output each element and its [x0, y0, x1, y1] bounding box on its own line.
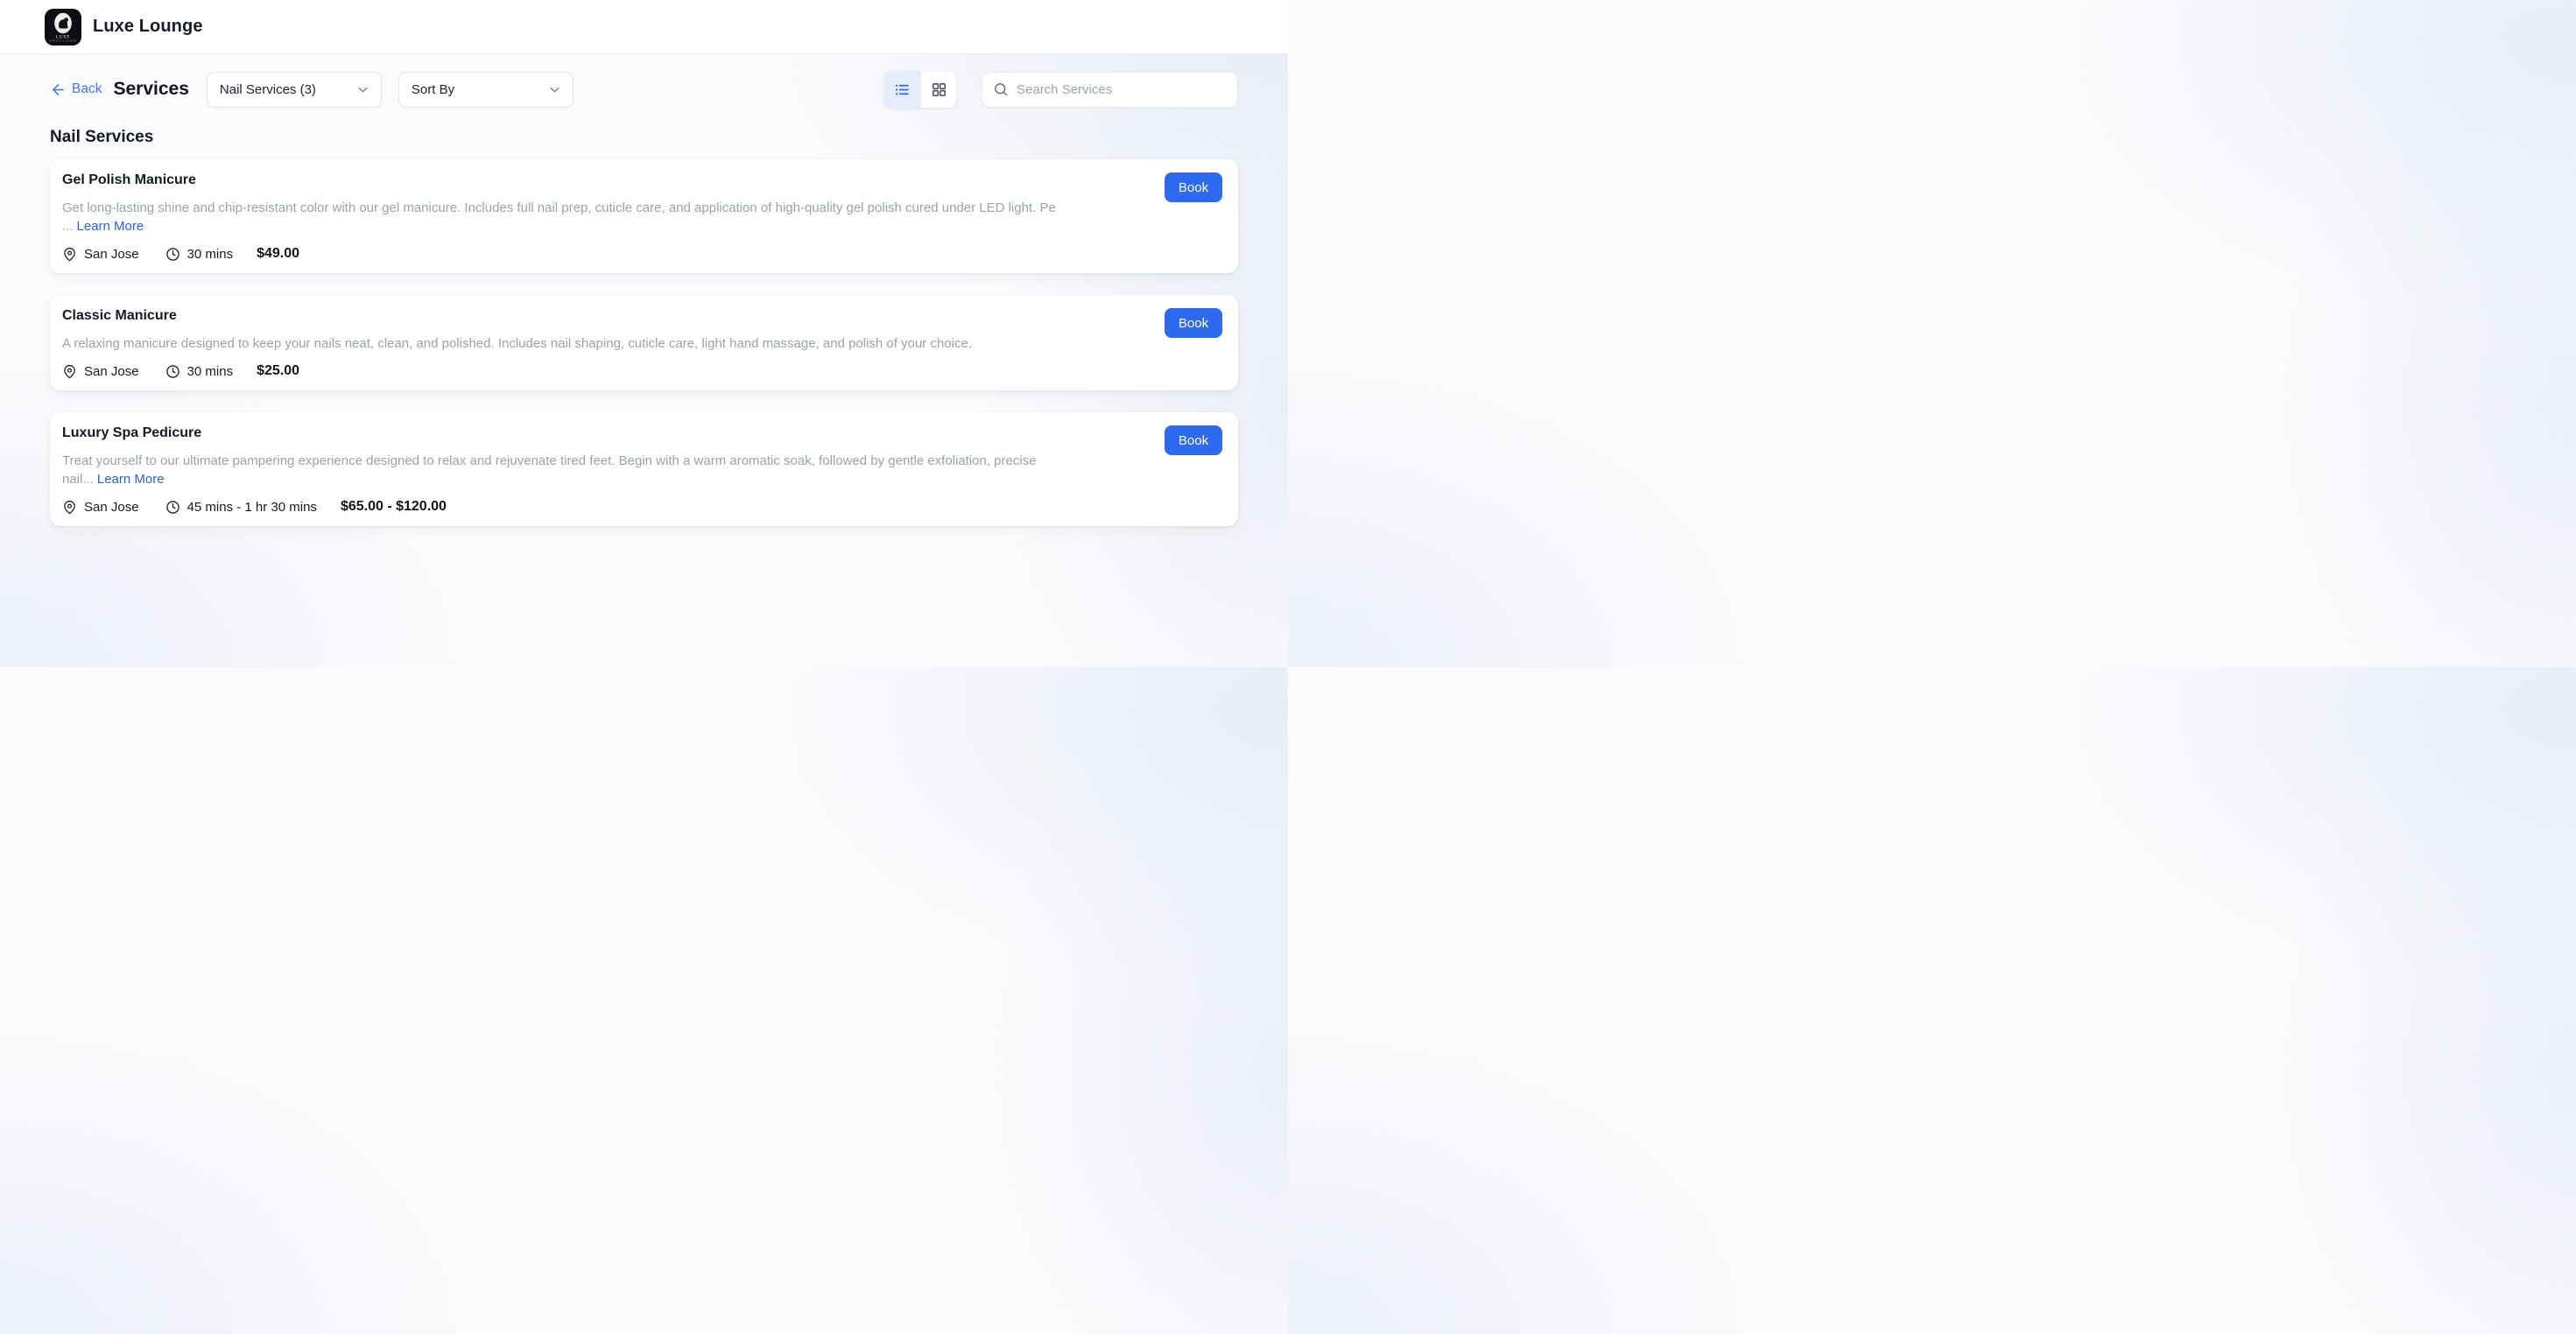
category-dropdown[interactable]: Nail Services (3) [207, 72, 382, 108]
service-description: A relaxing manicure designed to keep you… [62, 334, 1221, 353]
view-toggle [884, 71, 956, 108]
service-card: Book Gel Polish Manicure Get long-lastin… [50, 159, 1238, 273]
list-view-button[interactable] [884, 71, 920, 108]
service-location-label: San Jose [84, 500, 139, 515]
service-meta: San Jose 45 mins - 1 hr 30 mins $65.00 -… [62, 499, 1221, 515]
service-duration-label: 30 mins [187, 247, 234, 262]
search-box [982, 72, 1238, 108]
learn-more-link[interactable]: Learn More [97, 472, 165, 487]
service-duration: 45 mins - 1 hr 30 mins [165, 500, 317, 515]
brand-logo-icon: LUXE BEAUTY LOUNGE [45, 9, 81, 46]
clock-icon [165, 500, 180, 515]
sort-dropdown[interactable]: Sort By [398, 72, 574, 108]
clock-icon [165, 364, 180, 379]
map-pin-icon [62, 364, 77, 379]
service-name: Gel Polish Manicure [62, 171, 1221, 190]
service-price: $25.00 [257, 363, 299, 379]
service-location-label: San Jose [84, 247, 139, 262]
chevron-down-icon [355, 82, 370, 97]
map-pin-icon [62, 247, 77, 262]
service-name: Classic Manicure [62, 306, 1221, 326]
top-bar: LUXE BEAUTY LOUNGE Luxe Lounge [0, 0, 1288, 54]
service-description: Treat yourself to our ultimate pampering… [62, 452, 1221, 488]
service-duration: 30 mins [165, 364, 234, 379]
grid-view-button[interactable] [920, 71, 956, 108]
book-button[interactable]: Book [1165, 308, 1222, 338]
service-duration-label: 30 mins [187, 364, 234, 379]
service-description-text: Get long-lasting shine and chip-resistan… [62, 200, 1056, 234]
map-pin-icon [62, 500, 77, 515]
service-description-text: Treat yourself to our ultimate pampering… [62, 453, 1037, 487]
service-card: Book Classic Manicure A relaxing manicur… [50, 295, 1238, 390]
page-title: Services [113, 79, 188, 100]
service-location: San Jose [62, 500, 139, 515]
search-icon [993, 81, 1009, 97]
services-page: Back Services Nail Services (3) Sort By [0, 71, 1288, 526]
back-label: Back [72, 81, 102, 97]
toolbar: Back Services Nail Services (3) Sort By [50, 71, 1238, 108]
sort-dropdown-value: Sort By [412, 82, 454, 97]
search-input[interactable] [1017, 82, 1227, 97]
book-button[interactable]: Book [1165, 172, 1222, 202]
svg-text:LUXE: LUXE [56, 35, 71, 39]
service-duration-label: 45 mins - 1 hr 30 mins [187, 500, 317, 515]
service-location: San Jose [62, 247, 139, 262]
learn-more-link[interactable]: Learn More [77, 219, 144, 234]
service-location-label: San Jose [84, 364, 139, 379]
section-heading: Nail Services [50, 128, 1238, 147]
brand-name: Luxe Lounge [93, 17, 203, 37]
service-price: $49.00 [257, 246, 299, 262]
list-icon [894, 81, 911, 98]
back-link[interactable]: Back [50, 81, 102, 98]
service-meta: San Jose 30 mins $25.00 [62, 363, 1221, 379]
service-name: Luxury Spa Pedicure [62, 424, 1221, 443]
svg-text:BEAUTY LOUNGE: BEAUTY LOUNGE [49, 39, 76, 42]
service-description: Get long-lasting shine and chip-resistan… [62, 199, 1221, 235]
service-duration: 30 mins [165, 247, 234, 262]
grid-icon [931, 81, 947, 98]
service-location: San Jose [62, 364, 139, 379]
category-dropdown-value: Nail Services (3) [220, 82, 316, 97]
book-button[interactable]: Book [1165, 425, 1222, 455]
chevron-down-icon [547, 82, 562, 97]
clock-icon [165, 247, 180, 262]
service-price: $65.00 - $120.00 [341, 499, 447, 515]
service-list: Book Gel Polish Manicure Get long-lastin… [50, 159, 1238, 526]
service-description-text: A relaxing manicure designed to keep you… [62, 336, 972, 351]
arrow-left-icon [50, 81, 67, 98]
service-meta: San Jose 30 mins $49.00 [62, 246, 1221, 262]
brand: LUXE BEAUTY LOUNGE Luxe Lounge [45, 9, 203, 46]
service-card: Book Luxury Spa Pedicure Treat yourself … [50, 412, 1238, 526]
